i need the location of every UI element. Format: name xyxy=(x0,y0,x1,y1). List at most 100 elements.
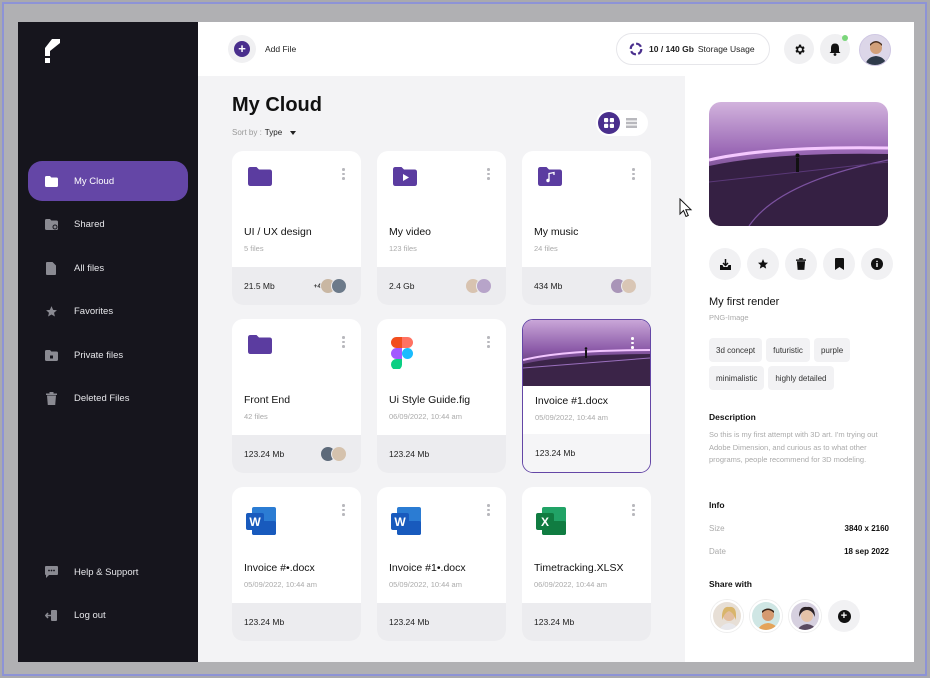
avatar[interactable] xyxy=(789,600,821,632)
file-title: My first render xyxy=(709,296,780,308)
user-avatar[interactable] xyxy=(859,34,891,66)
sidebar-item-private-files[interactable]: Private files xyxy=(28,335,188,375)
details-panel: My first render PNG-Image 3d concept fut… xyxy=(685,76,914,662)
download-button[interactable] xyxy=(709,248,741,280)
file-meta: 5 files xyxy=(244,244,264,253)
file-card[interactable]: My video 123 files 2.4 Gb xyxy=(377,151,506,305)
file-meta: 24 files xyxy=(534,244,558,253)
add-file-button[interactable]: + Add File xyxy=(228,35,296,63)
tag[interactable]: futuristic xyxy=(766,338,810,362)
file-footer: 2.4 Gb xyxy=(377,267,506,305)
notification-dot xyxy=(842,35,848,41)
tag[interactable]: minimalistic xyxy=(709,366,765,390)
tag[interactable]: purple xyxy=(813,338,851,362)
list-view-button[interactable] xyxy=(620,112,642,134)
file-type: PNG-Image xyxy=(709,313,749,322)
more-options-icon[interactable] xyxy=(487,336,490,348)
folder-icon xyxy=(248,167,272,186)
file-card[interactable]: W Invoice #•.docx 05/09/2022, 10:44 am 1… xyxy=(232,487,361,641)
tag[interactable]: 3d concept xyxy=(709,338,763,362)
file-card-selected[interactable]: Invoice #1.docx 05/09/2022, 10:44 am 123… xyxy=(522,319,651,473)
date-label: Date xyxy=(709,547,726,556)
more-options-icon[interactable] xyxy=(487,504,490,516)
tag[interactable]: highly detailed xyxy=(768,366,834,390)
more-options-icon[interactable] xyxy=(342,336,345,348)
sidebar-item-my-cloud[interactable]: My Cloud xyxy=(28,161,188,201)
grid-view-button[interactable] xyxy=(598,112,620,134)
caret-down-icon xyxy=(290,130,297,135)
favorite-button[interactable] xyxy=(747,248,779,280)
sort-dropdown[interactable]: Sort by : Type xyxy=(232,128,297,137)
file-card[interactable]: Ui Style Guide.fig 06/09/2022, 10:44 am … xyxy=(377,319,506,473)
sidebar-item-all-files[interactable]: All files xyxy=(28,248,188,288)
delete-button[interactable] xyxy=(785,248,817,280)
plus-icon: + xyxy=(228,35,256,63)
avatar xyxy=(331,278,347,294)
sidebar-item-label: All files xyxy=(74,262,105,274)
file-footer: 123.24 Mb xyxy=(377,603,506,641)
sidebar-bottom-nav: Help & Support Log out xyxy=(28,552,188,639)
image-preview[interactable] xyxy=(709,102,888,226)
excel-icon: X xyxy=(536,507,566,535)
more-options-icon[interactable] xyxy=(487,168,490,180)
file-name: UI / UX design xyxy=(244,226,312,238)
storage-label: Storage Usage xyxy=(697,44,755,54)
file-size: 123.24 Mb xyxy=(535,448,576,458)
file-name: My video xyxy=(389,226,432,238)
sidebar-nav: My Cloud Shared All files Favorites Priv… xyxy=(28,161,188,422)
sidebar-item-help[interactable]: Help & Support xyxy=(28,552,188,592)
star-icon xyxy=(44,305,58,319)
file-name: Ui Style Guide.fig xyxy=(389,394,471,406)
add-person-button[interactable]: + xyxy=(828,600,860,632)
trash-icon xyxy=(44,392,58,406)
add-file-label: Add File xyxy=(265,44,297,54)
bookmark-button[interactable] xyxy=(823,248,855,280)
file-meta: 05/09/2022, 10:44 am xyxy=(244,580,317,589)
more-options-icon[interactable] xyxy=(631,337,634,349)
storage-used: 10 / 140 Gb xyxy=(649,44,694,54)
app-window: My Cloud Shared All files Favorites Priv… xyxy=(18,22,914,662)
info-heading: Info xyxy=(709,500,725,510)
sidebar-item-deleted-files[interactable]: Deleted Files xyxy=(28,379,188,419)
file-meta: 123 files xyxy=(389,244,417,253)
file-size: 123.24 Mb xyxy=(534,617,575,627)
info-button[interactable] xyxy=(861,248,893,280)
file-card[interactable]: UI / UX design 5 files 21.5 Mb +4 xyxy=(232,151,361,305)
file-size: 434 Mb xyxy=(534,281,563,291)
video-folder-icon xyxy=(393,167,417,186)
app-logo xyxy=(45,39,60,63)
word-icon: W xyxy=(246,507,276,535)
page-title: My Cloud xyxy=(232,94,322,116)
file-footer: 21.5 Mb +4 xyxy=(232,267,361,305)
more-options-icon[interactable] xyxy=(632,168,635,180)
logout-icon xyxy=(44,609,58,623)
figma-icon xyxy=(391,337,413,369)
settings-button[interactable] xyxy=(784,34,814,64)
sidebar-item-shared[interactable]: Shared xyxy=(28,205,188,245)
avatar[interactable] xyxy=(711,600,743,632)
more-options-icon[interactable] xyxy=(342,168,345,180)
storage-usage[interactable]: 10 / 140 Gb Storage Usage xyxy=(616,33,770,65)
sidebar-item-favorites[interactable]: Favorites xyxy=(28,292,188,332)
sidebar-item-label: My Cloud xyxy=(74,175,115,187)
date-value: 18 sep 2022 xyxy=(844,547,889,556)
file-card[interactable]: W Invoice #1•.docx 05/09/2022, 10:44 am … xyxy=(377,487,506,641)
info-icon xyxy=(871,258,883,270)
list-icon xyxy=(625,118,637,128)
more-options-icon[interactable] xyxy=(632,504,635,516)
file-card[interactable]: My music 24 files 434 Mb xyxy=(522,151,651,305)
sidebar-item-logout[interactable]: Log out xyxy=(28,596,188,636)
file-card[interactable]: Front End 42 files 123.24 Mb xyxy=(232,319,361,473)
sidebar-item-label: Private files xyxy=(74,349,124,361)
notifications-button[interactable] xyxy=(820,34,850,64)
mouse-cursor-icon xyxy=(679,198,693,218)
file-footer: 123.24 Mb xyxy=(232,603,361,641)
chat-icon xyxy=(44,565,58,579)
file-card[interactable]: X Timetracking.XLSX 06/09/2022, 10:44 am… xyxy=(522,487,651,641)
more-options-icon[interactable] xyxy=(342,504,345,516)
svg-text:X: X xyxy=(541,515,549,529)
avatar[interactable] xyxy=(750,600,782,632)
shared-avatars xyxy=(465,278,492,294)
sidebar-item-label: Log out xyxy=(74,610,106,621)
top-bar: + Add File 10 / 140 Gb Storage Usage xyxy=(198,22,914,76)
